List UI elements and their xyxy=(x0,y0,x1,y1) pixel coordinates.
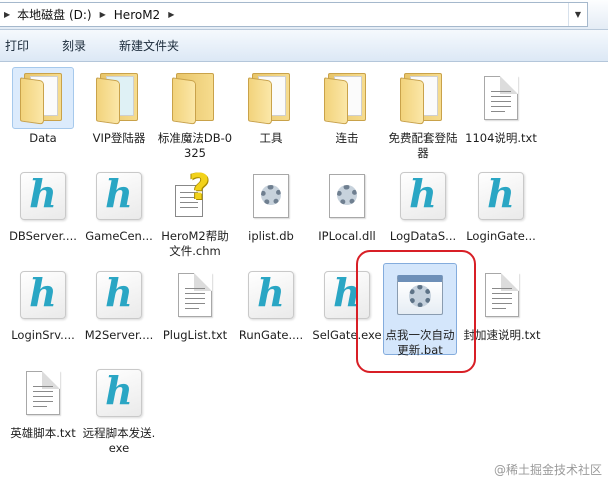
hero-app-icon: h xyxy=(12,165,74,227)
file-label: 工具 xyxy=(259,131,283,145)
file-label: GameCen... xyxy=(85,229,153,243)
address-dropdown-icon[interactable]: ▼ xyxy=(568,3,587,26)
file-item[interactable]: h RunGate.... xyxy=(233,264,309,343)
breadcrumb-chevron-icon[interactable]: ▶ xyxy=(94,10,112,19)
hero-app-icon: h xyxy=(88,362,150,424)
file-label: 免费配套登陆器 xyxy=(388,131,458,160)
folder-icon xyxy=(316,67,378,129)
file-item[interactable]: 封加速说明.txt xyxy=(462,264,542,343)
file-label: 封加速说明.txt xyxy=(463,328,541,342)
file-item[interactable]: h LogDataS... xyxy=(385,165,461,244)
breadcrumb-chevron-icon[interactable]: ▶ xyxy=(0,10,15,19)
text-document-icon xyxy=(164,264,226,326)
file-item[interactable]: 免费配套登陆器 xyxy=(385,67,461,161)
hero-app-icon: h xyxy=(88,264,150,326)
file-item[interactable]: h GameCen... xyxy=(81,165,157,244)
file-label: iplist.db xyxy=(248,229,294,243)
file-item[interactable]: 英雄脚本.txt xyxy=(5,362,81,441)
hero-app-icon: h xyxy=(12,264,74,326)
watermark: @稀土掘金技术社区 xyxy=(493,463,602,477)
file-item[interactable]: h 远程脚本发送.exe xyxy=(81,362,157,456)
settings-file-icon xyxy=(316,165,378,227)
batch-file-icon xyxy=(389,264,451,326)
file-label: 标准魔法DB-0325 xyxy=(157,131,233,160)
print-button[interactable]: 打印 xyxy=(0,37,40,54)
folder-icon xyxy=(392,67,454,129)
folder-icon xyxy=(240,67,302,129)
file-label: LogDataS... xyxy=(389,229,457,243)
hero-app-icon: h xyxy=(240,264,302,326)
file-item[interactable]: iplist.db xyxy=(233,165,309,244)
hero-app-icon: h xyxy=(316,264,378,326)
folder-icon xyxy=(88,67,150,129)
address-bar: ▶ 本地磁盘 (D:) ▶ HeroM2 ▶ ▼ xyxy=(0,0,608,30)
file-label: DBServer.... xyxy=(9,229,77,243)
text-document-icon xyxy=(471,264,533,326)
text-document-icon xyxy=(470,67,532,129)
breadcrumb-item-drive[interactable]: 本地磁盘 (D:) xyxy=(15,6,93,23)
file-label: PlugList.txt xyxy=(162,328,228,342)
file-item-selected[interactable]: 点我一次自动更新.bat xyxy=(383,263,457,357)
help-file-icon: ? xyxy=(164,165,226,227)
hero-app-icon: h xyxy=(470,165,532,227)
folder-icon xyxy=(164,67,226,129)
hero-app-icon: h xyxy=(392,165,454,227)
file-item[interactable]: h M2Server.... xyxy=(81,264,157,343)
file-label: LoginSrv.... xyxy=(11,328,75,342)
command-toolbar: 打印 刻录 新建文件夹 xyxy=(0,30,608,62)
text-document-icon xyxy=(12,362,74,424)
file-item[interactable]: 工具 xyxy=(233,67,309,146)
file-item[interactable]: Data xyxy=(5,67,81,146)
breadcrumb-chevron-icon[interactable]: ▶ xyxy=(162,10,180,19)
file-item[interactable]: h LoginSrv.... xyxy=(5,264,81,343)
file-item[interactable]: IPLocal.dll xyxy=(309,165,385,244)
file-label: 连击 xyxy=(335,131,359,145)
breadcrumb[interactable]: ▶ 本地磁盘 (D:) ▶ HeroM2 ▶ ▼ xyxy=(0,2,588,27)
file-item[interactable]: 连击 xyxy=(309,67,385,146)
file-label: 点我一次自动更新.bat xyxy=(385,328,455,357)
file-item[interactable]: h LoginGate... xyxy=(458,165,544,244)
file-item[interactable]: h SelGate.exe xyxy=(309,264,385,343)
new-folder-button[interactable]: 新建文件夹 xyxy=(97,37,190,54)
folder-icon xyxy=(12,67,74,129)
file-label: M2Server.... xyxy=(84,328,154,342)
file-list: Data VIP登陆器 标准魔法DB-0325 工具 连击 免费配套登陆器 11… xyxy=(0,63,608,488)
file-label: 英雄脚本.txt xyxy=(10,426,76,440)
file-label: 远程脚本发送.exe xyxy=(82,426,156,455)
file-item[interactable]: ? HeroM2帮助文件.chm xyxy=(157,165,233,259)
hero-app-icon: h xyxy=(88,165,150,227)
file-label: LoginGate... xyxy=(466,229,536,243)
file-label: IPLocal.dll xyxy=(318,229,376,243)
burn-button[interactable]: 刻录 xyxy=(40,37,97,54)
breadcrumb-item-folder[interactable]: HeroM2 xyxy=(112,8,162,22)
file-label: HeroM2帮助文件.chm xyxy=(161,229,229,258)
settings-file-icon xyxy=(240,165,302,227)
file-label: VIP登陆器 xyxy=(92,131,146,145)
file-item[interactable]: 标准魔法DB-0325 xyxy=(157,67,233,161)
file-label: 1104说明.txt xyxy=(465,131,537,145)
file-label: SelGate.exe xyxy=(312,328,382,342)
file-label: RunGate.... xyxy=(238,328,304,342)
file-item[interactable]: 1104说明.txt xyxy=(458,67,544,146)
file-item[interactable]: h DBServer.... xyxy=(5,165,81,244)
file-item[interactable]: PlugList.txt xyxy=(157,264,233,343)
file-item[interactable]: VIP登陆器 xyxy=(81,67,157,146)
file-label: Data xyxy=(29,131,57,145)
